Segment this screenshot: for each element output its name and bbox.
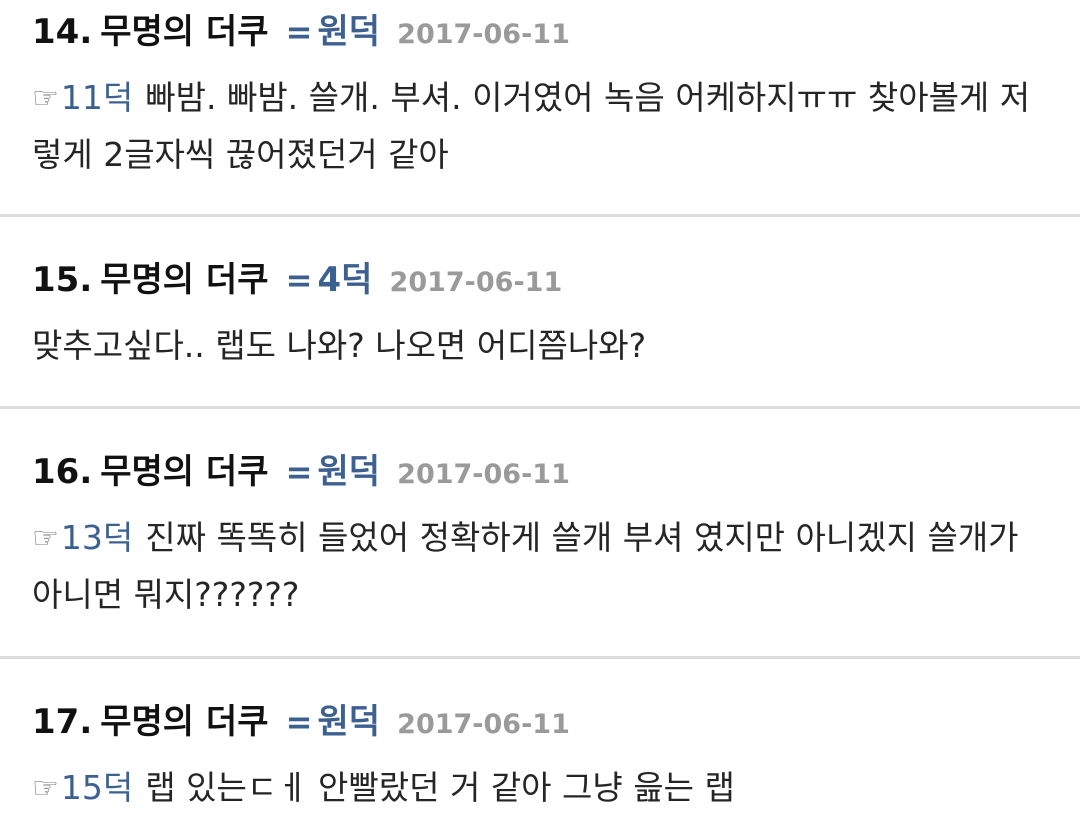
hand-pointing-right-icon: ☞ <box>32 521 59 556</box>
comment-item: 15. 무명의 더쿠 = 4덕 2017-06-11 맞추고싶다.. 랩도 나와?… <box>0 256 1080 374</box>
comment-author: 무명의 더쿠 <box>100 702 269 742</box>
comment-date: 2017-06-11 <box>389 267 563 298</box>
comment-date: 2017-06-11 <box>397 459 570 490</box>
hand-pointing-right-icon: ☞ <box>32 771 59 806</box>
comment-number: 14 <box>32 12 80 52</box>
comment-divider <box>0 214 1080 217</box>
comment-author: 무명의 더쿠 <box>100 12 269 52</box>
comment-body: ☞15덕 랩 있는ㄷㅔ 안빨랐던 거 같아 그냥 읊는 랩 <box>32 760 1042 817</box>
number-dot: . <box>79 452 93 492</box>
comment-text: 빠밤. 빠밤. 쓸개. 부셔. 이거였어 녹음 어케하지ㅠㅠ 찾아볼게 저렇게 … <box>32 78 1031 174</box>
comment-item: 17. 무명의 더쿠 = 원덕 2017-06-11 ☞15덕 랩 있는ㄷㅔ 안빨랐… <box>0 698 1080 817</box>
comment-divider <box>0 656 1080 659</box>
comment-number: 15 <box>32 260 80 300</box>
comment-author: 무명의 더쿠 <box>100 260 269 300</box>
author-separator: = <box>285 13 313 51</box>
author-duck-link[interactable]: 원덕 <box>318 452 381 492</box>
author-separator: = <box>285 453 313 491</box>
author-separator: = <box>285 703 313 741</box>
author-duck-link[interactable]: 원덕 <box>318 12 381 52</box>
comment-text: 맞추고싶다.. 랩도 나와? 나오면 어디쯤나와? <box>32 326 647 365</box>
comment-item: 14. 무명의 더쿠 = 원덕 2017-06-11 ☞11덕 빠밤. 빠밤. 쓸개… <box>0 8 1080 183</box>
comment-text: 랩 있는ㄷㅔ 안빨랐던 거 같아 그냥 읊는 랩 <box>145 768 735 807</box>
comment-author: 무명의 더쿠 <box>100 452 269 492</box>
number-dot: . <box>79 702 93 742</box>
number-dot: . <box>79 12 93 52</box>
comment-number: 16 <box>32 452 80 492</box>
comment-date: 2017-06-11 <box>397 709 570 740</box>
comment-body: 맞추고싶다.. 랩도 나와? 나오면 어디쯤나와? <box>32 318 1042 374</box>
comment-header: 16. 무명의 더쿠 = 원덕 2017-06-11 <box>32 448 1080 496</box>
author-duck-link[interactable]: 4덕 <box>318 260 373 300</box>
comment-body: ☞13덕 진짜 똑똑히 들었어 정확하게 쓸개 부셔 였지만 아니겠지 쓸개가 아… <box>32 510 1042 623</box>
comment-text: 진짜 똑똑히 들었어 정확하게 쓸개 부셔 였지만 아니겠지 쓸개가 아니면 뭐… <box>32 518 1019 614</box>
author-separator: = <box>285 261 313 299</box>
comment-header: 14. 무명의 더쿠 = 원덕 2017-06-11 <box>32 8 1080 56</box>
comment-header: 15. 무명의 더쿠 = 4덕 2017-06-11 <box>32 256 1080 304</box>
comment-header: 17. 무명의 더쿠 = 원덕 2017-06-11 <box>32 698 1080 746</box>
hand-pointing-right-icon: ☞ <box>32 81 59 116</box>
comment-number: 17 <box>32 702 80 742</box>
comment-divider <box>0 406 1080 409</box>
comment-body: ☞11덕 빠밤. 빠밤. 쓸개. 부셔. 이거였어 녹음 어케하지ㅠㅠ 찾아볼게 … <box>32 70 1042 183</box>
comment-item: 16. 무명의 더쿠 = 원덕 2017-06-11 ☞13덕 진짜 똑똑히 들었어… <box>0 448 1080 623</box>
comment-date: 2017-06-11 <box>397 19 570 50</box>
author-duck-link[interactable]: 원덕 <box>318 702 381 742</box>
reply-reference-link[interactable]: 13덕 <box>61 518 133 557</box>
reply-reference-link[interactable]: 11덕 <box>61 78 133 117</box>
reply-reference-link[interactable]: 15덕 <box>61 768 133 807</box>
number-dot: . <box>79 260 93 300</box>
